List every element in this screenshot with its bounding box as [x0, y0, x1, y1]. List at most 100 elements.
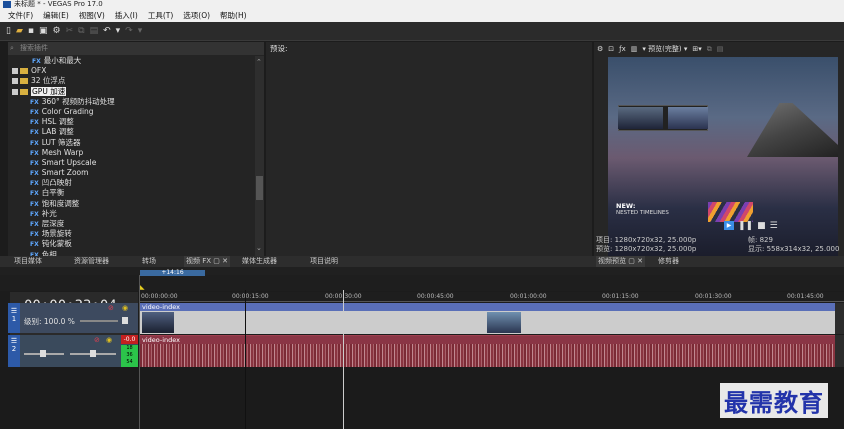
preview-resolution-info: 预览: 1280x720x32, 25.000p: [596, 244, 697, 253]
save-icon[interactable]: ▪: [28, 25, 34, 37]
tree-item[interactable]: FX 最小和最大: [8, 56, 255, 66]
tab-project-media[interactable]: 项目媒体: [12, 256, 44, 267]
tree-item[interactable]: FX 层深度: [8, 219, 255, 229]
preset-panel: 预设:: [266, 42, 592, 256]
menu-help[interactable]: 帮助(H): [220, 9, 247, 22]
undo-dropdown-icon[interactable]: ▾: [116, 25, 121, 37]
ruler-tick: 00:00:00:00: [141, 293, 178, 300]
play-icon[interactable]: ▶: [724, 221, 734, 230]
main-toolbar: ▯ ▰ ▪ ▣ ⚙ ✂ ⧉ ▤ ↶ ▾ ↷ ▾: [0, 22, 844, 41]
tree-item[interactable]: FX Color Grading: [8, 107, 255, 117]
tree-item[interactable]: FX 钝化蒙板: [8, 239, 255, 249]
playhead-cursor[interactable]: [343, 290, 344, 429]
mute-icon[interactable]: ⊘: [108, 304, 114, 312]
menu-icon[interactable]: ☰: [770, 221, 778, 231]
menu-tools[interactable]: 工具(T): [148, 9, 173, 22]
timeline-empty-area[interactable]: [0, 367, 844, 429]
tree-item[interactable]: FX 360° 视频防抖动处理: [8, 97, 255, 107]
new-file-icon[interactable]: ▯: [6, 25, 11, 37]
menu-view[interactable]: 视图(V): [79, 9, 105, 22]
stop-icon[interactable]: ■: [757, 221, 766, 231]
tree-item[interactable]: FX Mesh Warp: [8, 148, 255, 158]
menu-file[interactable]: 文件(F): [8, 9, 33, 22]
tree-item[interactable]: FX HSL 调整: [8, 117, 255, 127]
scroll-up-icon[interactable]: ⌃: [256, 58, 262, 66]
ruler-tick: 00:01:30:00: [695, 293, 732, 300]
tree-folder[interactable]: 32 位浮点: [8, 76, 255, 86]
tab-trimmer[interactable]: 修剪器: [656, 256, 681, 267]
collapse-icon[interactable]: [12, 88, 18, 95]
menu-insert[interactable]: 插入(I): [115, 9, 138, 22]
level-slider-knob[interactable]: [122, 317, 128, 324]
tree-item[interactable]: FX Smart Upscale: [8, 158, 255, 168]
open-folder-icon[interactable]: ▰: [16, 25, 23, 37]
close-icon[interactable]: ✕: [222, 257, 228, 265]
folder-icon: [20, 68, 28, 75]
video-preview-panel: ⚙ ⊡ ƒx ▥ ▾ 预览(完整) ▾ ⊞▾ ⧉ ▤ NEW: NESTED T…: [594, 42, 844, 259]
splash-stripes: [708, 202, 753, 222]
tree-item[interactable]: FX LAB 调整: [8, 127, 255, 137]
preview-image-mountain: [747, 103, 838, 157]
track-menu-icon[interactable]: ☰: [11, 337, 17, 345]
pause-icon[interactable]: ❚❚: [738, 221, 753, 231]
render-icon[interactable]: ▣: [39, 25, 48, 37]
properties-icon[interactable]: ⚙: [53, 25, 61, 37]
split-screen-icon[interactable]: ▥: [631, 45, 638, 53]
tree-item[interactable]: FX 饱和度调整: [8, 199, 255, 209]
redo-dropdown-icon[interactable]: ▾: [138, 25, 143, 37]
track-menu-icon[interactable]: ☰: [11, 307, 17, 315]
save-snapshot-icon[interactable]: ▤: [717, 45, 724, 53]
video-track-header[interactable]: ☰ 1 ⊘ ◉ 级别: 100.0 %: [8, 303, 138, 333]
tree-folder[interactable]: OFX: [8, 66, 255, 76]
fx-search-input[interactable]: ⌕ 搜索插件: [8, 42, 264, 55]
tab-project-notes[interactable]: 项目说明: [308, 256, 340, 267]
volume-slider-knob[interactable]: [40, 350, 46, 357]
tree-item[interactable]: FX 白平衡: [8, 188, 255, 198]
redo-icon[interactable]: ↷: [125, 25, 133, 37]
tree-item[interactable]: FX LUT 筛选器: [8, 138, 255, 148]
audio-track-header[interactable]: ☰ 2 ⊘ ◉ -0.0 18 36 54: [8, 335, 138, 367]
expand-icon[interactable]: [12, 78, 18, 85]
loop-region[interactable]: +14:16: [140, 270, 205, 276]
pan-slider-knob[interactable]: [90, 350, 96, 357]
mute-icon[interactable]: ⊘: [94, 336, 100, 344]
copy-snapshot-icon[interactable]: ⧉: [707, 45, 712, 54]
preview-quality-dropdown[interactable]: ▾ 预览(完整) ▾: [642, 44, 687, 54]
external-monitor-icon[interactable]: ⊡: [608, 45, 614, 53]
menu-options[interactable]: 选项(O): [183, 9, 210, 22]
paste-icon[interactable]: ▤: [90, 25, 99, 37]
vu-peak: -0.0: [121, 335, 138, 344]
tree-item[interactable]: FX Smart Zoom: [8, 168, 255, 178]
undock-icon[interactable]: ▢: [628, 257, 635, 265]
tab-explorer[interactable]: 资源管理器: [72, 256, 111, 267]
tree-item[interactable]: FX 凹凸映射: [8, 178, 255, 188]
solo-icon[interactable]: ◉: [106, 336, 112, 344]
settings-icon[interactable]: ⚙: [597, 45, 603, 53]
expand-icon[interactable]: [12, 68, 18, 75]
tree-item[interactable]: FX 场景旋转: [8, 229, 255, 239]
video-event-thumbnail: [487, 312, 521, 333]
scrollbar-thumb[interactable]: [256, 176, 263, 200]
tree-folder-selected[interactable]: GPU 加速: [8, 86, 255, 97]
level-slider[interactable]: [80, 320, 118, 322]
copy-icon[interactable]: ⧉: [78, 25, 84, 37]
menu-edit[interactable]: 编辑(E): [43, 9, 69, 22]
tree-item[interactable]: FX 补光: [8, 209, 255, 219]
close-icon[interactable]: ✕: [637, 257, 643, 265]
solo-icon[interactable]: ◉: [122, 304, 128, 312]
undock-icon[interactable]: ▢: [213, 257, 220, 265]
tab-media-generators[interactable]: 媒体生成器: [240, 256, 279, 267]
overlays-icon[interactable]: ⊞▾: [692, 45, 701, 53]
undo-icon[interactable]: ↶: [103, 25, 111, 37]
preview-frame[interactable]: NEW: NESTED TIMELINES: [608, 57, 838, 259]
marker-icon[interactable]: ◣: [140, 284, 145, 291]
scroll-down-icon[interactable]: ⌄: [256, 244, 262, 252]
tab-transitions[interactable]: 转场: [140, 256, 158, 267]
cut-icon[interactable]: ✂: [66, 25, 74, 37]
tab-video-preview[interactable]: 视频预览 ▢ ✕: [596, 256, 645, 267]
fx-icon[interactable]: ƒx: [619, 45, 626, 53]
timeline-marker-bar[interactable]: [0, 275, 844, 291]
tab-video-fx[interactable]: 视频 FX ▢ ✕: [184, 256, 231, 267]
preview-toolbar: ⚙ ⊡ ƒx ▥ ▾ 预览(完整) ▾ ⊞▾ ⧉ ▤: [594, 42, 844, 56]
fx-scrollbar[interactable]: ⌃ ⌄: [255, 56, 264, 256]
